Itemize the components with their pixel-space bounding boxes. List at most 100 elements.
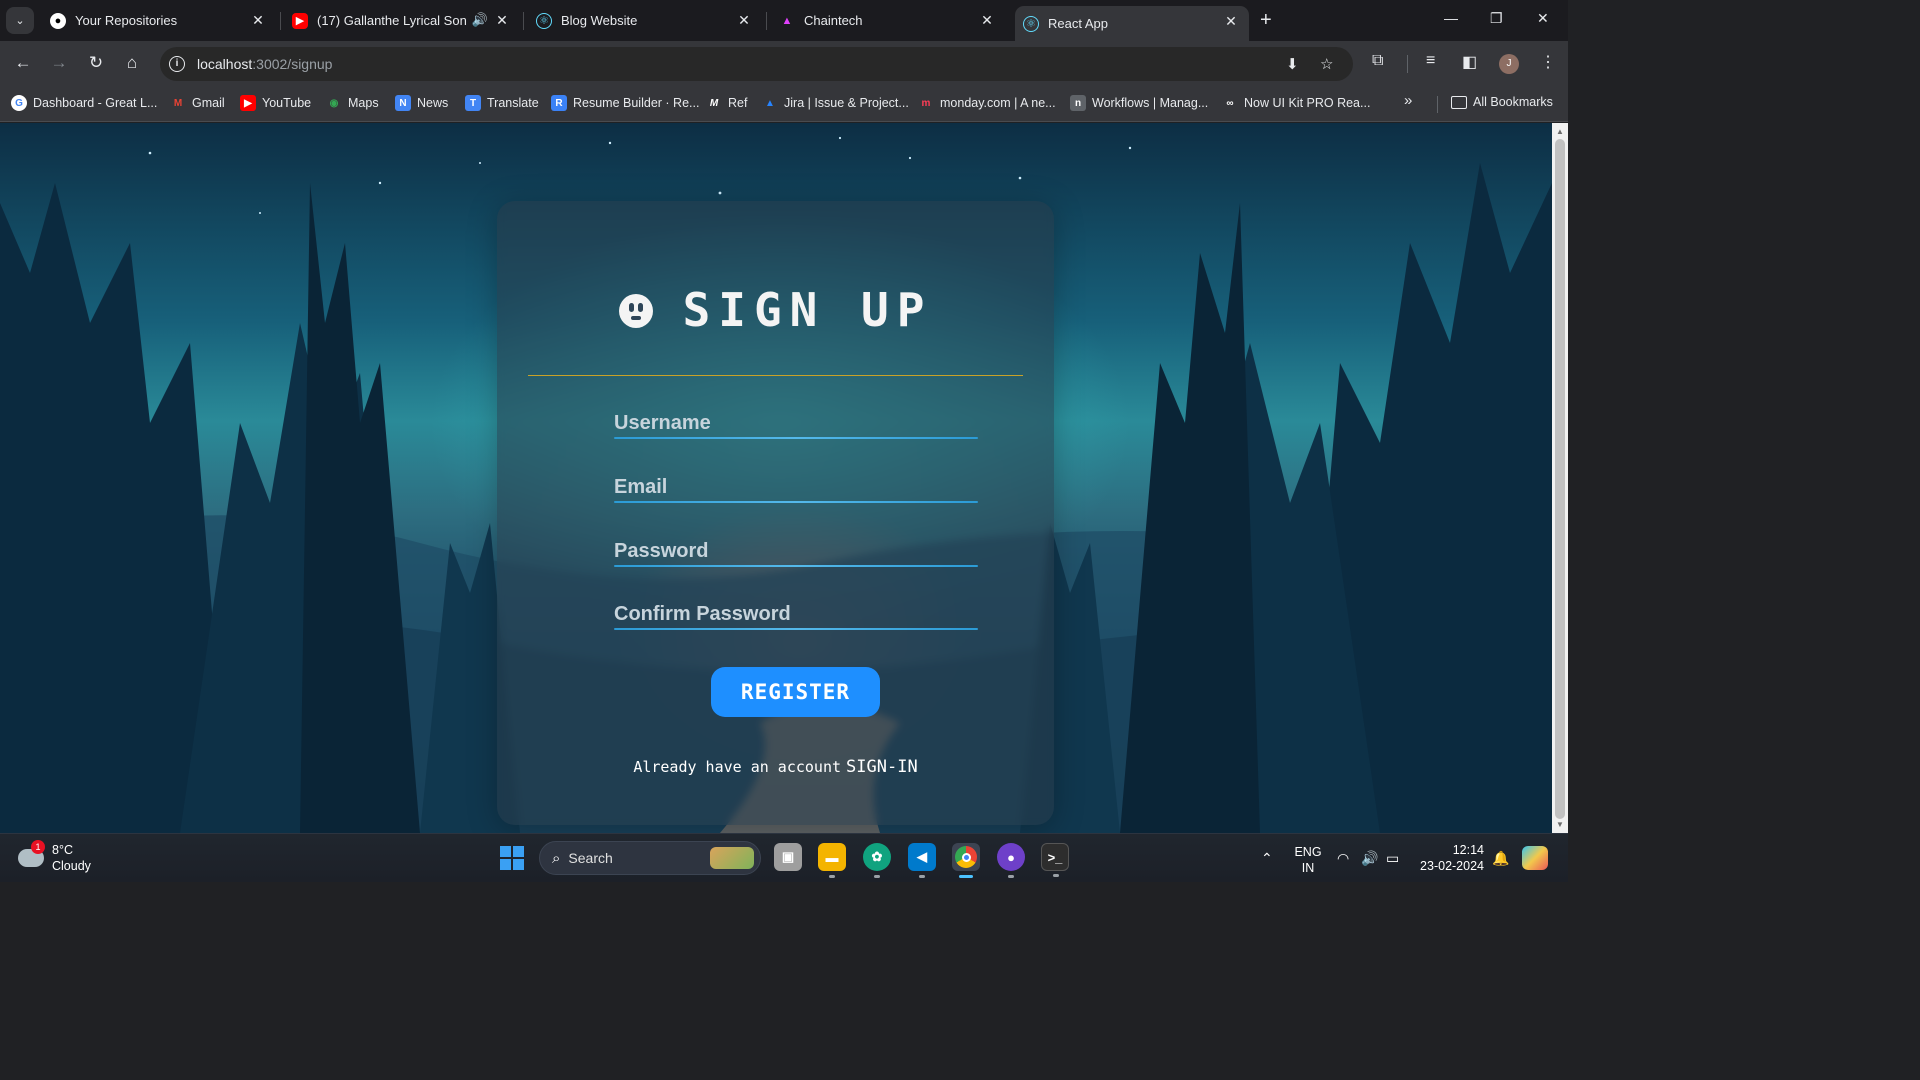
bookmark-label: Translate — [487, 96, 539, 110]
tab-strip: ⌄ ● Your Repositories ✕ ▶ (17) Gallanthe… — [0, 0, 1568, 41]
new-tab-button[interactable]: + — [1260, 9, 1272, 32]
bookmark-now-ui-kit[interactable]: ∞ Now UI Kit PRO Rea... — [1222, 95, 1370, 111]
bookmark-news[interactable]: N News — [395, 95, 448, 111]
notification-badge: 1 — [31, 840, 45, 854]
profile-avatar[interactable]: J — [1499, 54, 1519, 74]
gmail-icon: M — [173, 97, 183, 109]
bookmark-jira[interactable]: ▲ Jira | Issue & Project... — [762, 95, 909, 111]
chrome-icon[interactable] — [952, 843, 980, 878]
youtube-icon: ▶ — [240, 95, 256, 111]
taskbar-search[interactable]: ⌕ Search — [539, 841, 761, 875]
clock-date: 23-02-2024 — [1420, 859, 1484, 873]
close-icon[interactable]: ✕ — [979, 12, 995, 29]
bookmark-label: Jira | Issue & Project... — [784, 96, 909, 110]
maps-icon: ◉ — [329, 97, 339, 109]
signup-card: SIGN UP REGISTER Already have an account… — [497, 201, 1054, 825]
bookmark-youtube[interactable]: ▶ YouTube — [240, 95, 311, 111]
side-panel-icon[interactable]: ◧ — [1462, 52, 1477, 72]
username-input[interactable] — [614, 409, 978, 437]
terminal-icon[interactable]: >_ — [1041, 843, 1069, 877]
minimize-button[interactable]: — — [1444, 10, 1458, 26]
restore-button[interactable]: ❐ — [1490, 10, 1503, 27]
region-code: IN — [1301, 861, 1315, 875]
tab-your-repositories[interactable]: ● Your Repositories ✕ — [44, 0, 276, 41]
more-bookmarks-chevron-icon[interactable]: » — [1404, 92, 1412, 109]
media-controls-icon[interactable]: ≡ — [1426, 52, 1435, 70]
bookmark-label: Gmail — [192, 96, 225, 110]
signin-prompt: Already have an account SIGN-IN — [497, 757, 1054, 777]
extensions-icon[interactable]: ⧉ — [1372, 52, 1383, 70]
reload-button[interactable]: ↻ — [85, 53, 107, 73]
resume-builder-icon: R — [551, 95, 567, 111]
tab-react-app[interactable]: ⚛ React App ✕ — [1015, 6, 1249, 41]
tab-gallanthe-song[interactable]: ▶ (17) Gallanthe Lyrical Song | 🔊 ✕ — [288, 0, 520, 41]
tab-separator — [280, 12, 281, 30]
tab-search-button[interactable]: ⌄ — [6, 7, 34, 34]
language-code: ENG — [1294, 845, 1322, 859]
chatgpt-icon[interactable]: ✿ — [863, 843, 891, 878]
close-icon[interactable]: ✕ — [736, 12, 752, 29]
show-hidden-icons-chevron-icon[interactable]: ⌃ — [1261, 850, 1273, 867]
bookmark-monday[interactable]: m monday.com | A ne... — [918, 95, 1056, 111]
copilot-icon[interactable] — [1522, 846, 1548, 870]
volume-icon[interactable]: 🔊 — [1361, 850, 1378, 867]
weather-widget[interactable]: 1 8°C Cloudy — [18, 840, 91, 874]
tab-title: Blog Website — [561, 13, 638, 28]
bookmark-label: Maps — [348, 96, 379, 110]
bookmark-resume-builder[interactable]: R Resume Builder · Re... — [551, 95, 699, 111]
close-icon[interactable]: ✕ — [1223, 13, 1239, 30]
bookmark-star-icon[interactable]: ☆ — [1320, 55, 1333, 73]
signin-link[interactable]: SIGN-IN — [846, 757, 918, 777]
file-explorer-icon[interactable]: ▬ — [818, 843, 846, 878]
bookmark-label: YouTube — [262, 96, 312, 110]
signin-prompt-text: Already have an account — [633, 758, 842, 776]
bookmark-workflows[interactable]: n Workflows | Manag... — [1070, 95, 1208, 111]
vscode-icon[interactable]: ◀ — [908, 843, 936, 878]
scrollbar-thumb[interactable] — [1555, 139, 1565, 819]
page-scrollbar[interactable]: ▲ ▼ — [1552, 123, 1568, 833]
input-underline — [614, 565, 978, 567]
notification-bell-icon[interactable]: 🔔 — [1492, 850, 1509, 867]
site-info-icon[interactable]: i — [169, 56, 185, 72]
weather-description: Cloudy — [52, 859, 91, 873]
bookmark-label: News — [417, 96, 449, 110]
search-icon: ⌕ — [552, 849, 561, 867]
email-input[interactable] — [614, 473, 978, 501]
address-bar[interactable]: i localhost:3002/signup ⬇ ☆ — [160, 47, 1353, 81]
input-underline — [614, 628, 978, 630]
wifi-icon[interactable]: ◠ — [1337, 850, 1349, 867]
windows-start-icon[interactable] — [500, 846, 524, 870]
signup-title-text: SIGN UP — [682, 283, 933, 337]
install-app-icon[interactable]: ⬇ — [1286, 55, 1299, 73]
tab-blog-website[interactable]: ⚛ Blog Website ✕ — [530, 0, 762, 41]
close-icon[interactable]: ✕ — [250, 12, 266, 29]
close-icon[interactable]: ✕ — [494, 12, 510, 29]
confirm-password-field-wrapper — [614, 600, 978, 630]
home-button[interactable]: ⌂ — [121, 53, 143, 73]
bookmark-dashboard[interactable]: G Dashboard - Great L... — [11, 95, 157, 111]
bookmark-gmail[interactable]: M Gmail — [170, 95, 225, 111]
register-button[interactable]: REGISTER — [711, 667, 880, 717]
tab-chaintech[interactable]: ▲ Chaintech ✕ — [773, 0, 1005, 41]
scroll-up-arrow-icon[interactable]: ▲ — [1556, 127, 1564, 136]
close-window-button[interactable]: ✕ — [1537, 10, 1549, 27]
all-bookmarks-button[interactable]: All Bookmarks — [1451, 95, 1553, 109]
task-view-icon[interactable]: ▣ — [774, 843, 802, 871]
system-clock[interactable]: 12:14 23-02-2024 — [1414, 842, 1484, 874]
speaker-icon[interactable]: 🔊 — [472, 12, 488, 28]
scroll-down-arrow-icon[interactable]: ▼ — [1556, 820, 1564, 829]
confirm-password-input[interactable] — [614, 600, 978, 628]
password-field-wrapper — [614, 537, 978, 567]
tab-separator — [766, 12, 767, 30]
bookmark-translate[interactable]: T Translate — [465, 95, 539, 111]
password-input[interactable] — [614, 537, 978, 565]
menu-icon[interactable]: ⋮ — [1540, 52, 1556, 72]
language-indicator[interactable]: ENG IN — [1292, 844, 1324, 876]
bookmark-ref[interactable]: M Ref — [706, 95, 748, 111]
back-button[interactable]: ← — [12, 53, 34, 73]
battery-icon[interactable]: ▭ — [1386, 850, 1399, 867]
bookmark-maps[interactable]: ◉ Maps — [326, 95, 379, 111]
forward-button[interactable]: → — [48, 53, 70, 73]
url-text[interactable]: localhost:3002/signup — [197, 56, 332, 72]
github-desktop-icon[interactable]: ● — [997, 843, 1025, 878]
